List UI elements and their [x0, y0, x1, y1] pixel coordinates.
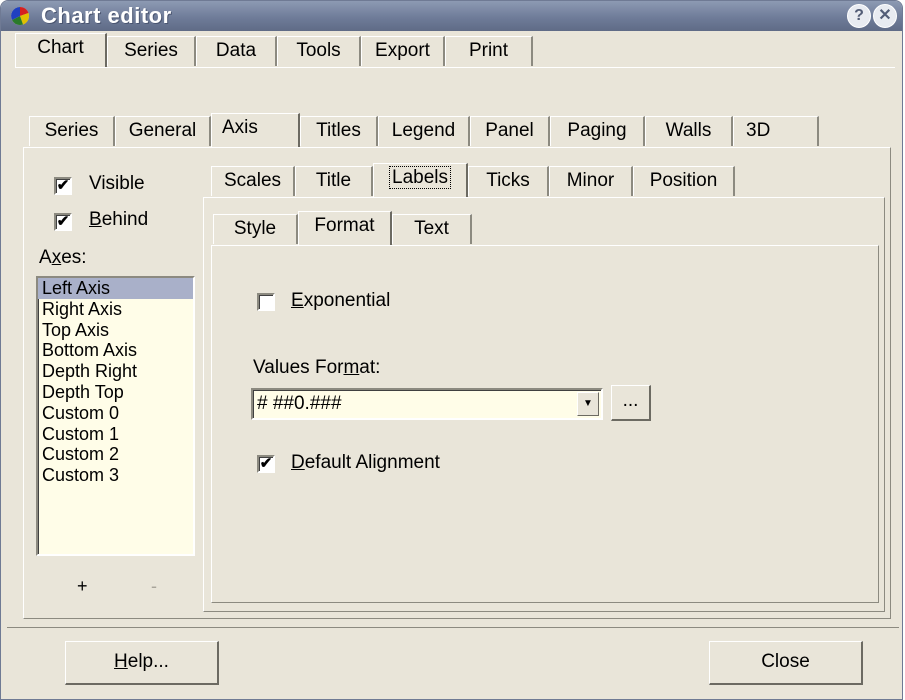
tab-ticks[interactable]: Ticks	[468, 166, 549, 196]
axes-label: Axes:	[39, 247, 87, 268]
tab-paging[interactable]: Paging	[550, 116, 645, 146]
values-format-label: Values Format:	[253, 357, 381, 378]
list-item[interactable]: Right Axis	[38, 299, 193, 320]
exponential-label: Exponential	[291, 290, 391, 311]
tab-print[interactable]: Print	[445, 36, 533, 66]
axes-list[interactable]: Left Axis Right Axis Top Axis Bottom Axi…	[36, 276, 195, 556]
window-title: Chart editor	[41, 3, 172, 28]
labels-tab-label: Labels	[389, 166, 451, 189]
tab-tools[interactable]: Tools	[277, 36, 361, 66]
list-item[interactable]: Custom 2	[38, 444, 193, 465]
list-item[interactable]: Custom 0	[38, 403, 193, 424]
chart-editor-window: Chart editor ? ✕ Chart Series Data Tools…	[0, 0, 903, 700]
tab-text[interactable]: Text	[392, 214, 472, 244]
chart-app-icon	[11, 6, 30, 25]
list-item[interactable]: Custom 1	[38, 424, 193, 445]
default-alignment-checkbox[interactable]: ✔	[257, 455, 275, 473]
behind-label: Behind	[89, 209, 149, 230]
tab-general[interactable]: General	[115, 116, 211, 146]
visible-checkbox[interactable]: ✔	[54, 177, 72, 195]
list-item[interactable]: Left Axis	[38, 278, 193, 299]
values-format-value: # ##0.###	[257, 393, 342, 414]
close-title-button[interactable]: ✕	[873, 4, 897, 28]
default-alignment-label: Default Alignment	[291, 452, 440, 473]
tab-position[interactable]: Position	[633, 166, 735, 196]
chevron-down-icon[interactable]: ▼	[577, 392, 599, 416]
tab-panel[interactable]: Panel	[470, 116, 550, 146]
tab-chart[interactable]: Chart	[15, 33, 107, 67]
tab-3d[interactable]: 3D	[733, 116, 819, 146]
behind-checkbox[interactable]: ✔	[54, 213, 72, 231]
values-format-combo[interactable]: # ##0.### ▼	[251, 388, 603, 420]
list-item[interactable]: Depth Right	[38, 361, 193, 382]
tab-export[interactable]: Export	[361, 36, 445, 66]
list-item[interactable]: Custom 3	[38, 465, 193, 486]
exponential-checkbox[interactable]	[257, 293, 275, 311]
tab-data[interactable]: Data	[196, 36, 277, 66]
visible-label: Visible	[89, 173, 145, 194]
add-axis-button[interactable]: +	[77, 576, 88, 597]
tab-labels[interactable]: Labels	[373, 163, 468, 197]
tab-walls[interactable]: Walls	[645, 116, 733, 146]
list-item[interactable]: Top Axis	[38, 320, 193, 341]
top-tab-rule	[15, 67, 895, 68]
tab-chart-series[interactable]: Series	[29, 116, 115, 146]
tab-axis[interactable]: Axis	[211, 113, 300, 147]
tab-series[interactable]: Series	[107, 36, 196, 66]
tab-style[interactable]: Style	[213, 214, 298, 244]
tab-title[interactable]: Title	[295, 166, 373, 196]
format-ellipsis-button[interactable]: ...	[611, 385, 651, 421]
help-title-button[interactable]: ?	[847, 4, 871, 28]
footer-divider	[7, 627, 899, 628]
tab-legend[interactable]: Legend	[378, 116, 470, 146]
title-bar[interactable]: Chart editor ? ✕	[1, 1, 902, 31]
list-item[interactable]: Depth Top	[38, 382, 193, 403]
tab-minor[interactable]: Minor	[549, 166, 633, 196]
tab-titles[interactable]: Titles	[300, 116, 378, 146]
help-button[interactable]: Help...	[65, 641, 219, 685]
tab-format[interactable]: Format	[298, 211, 392, 245]
list-item[interactable]: Bottom Axis	[38, 340, 193, 361]
remove-axis-button[interactable]: -	[151, 576, 157, 597]
tab-scales[interactable]: Scales	[211, 166, 295, 196]
close-button[interactable]: Close	[709, 641, 863, 685]
